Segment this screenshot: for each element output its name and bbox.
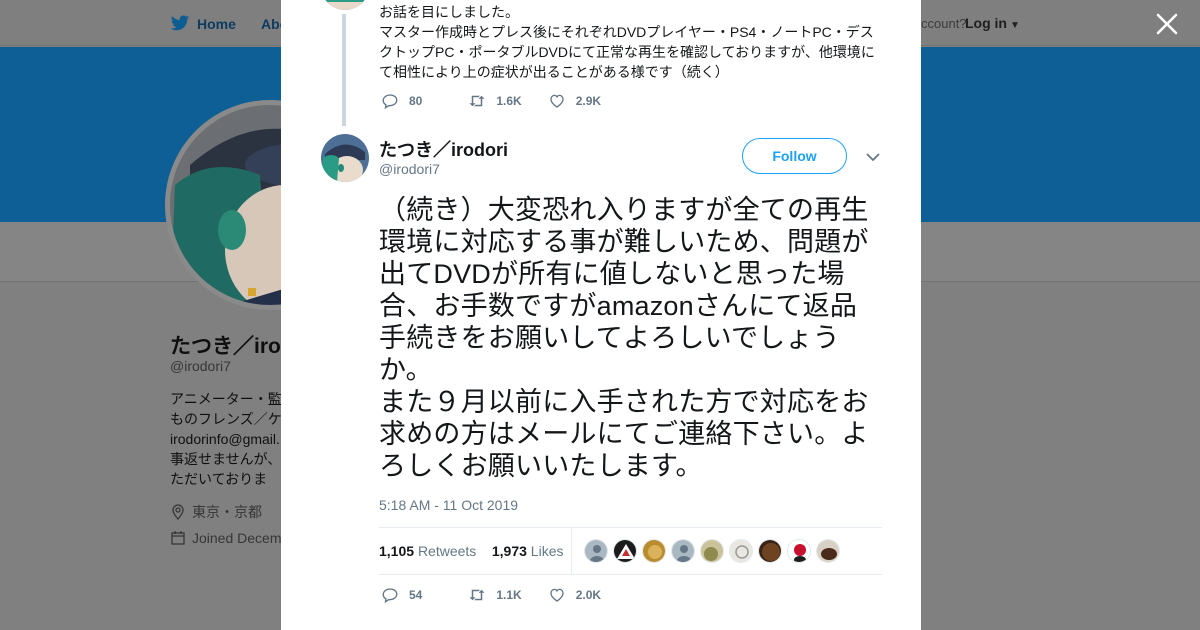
reply-count: 80	[409, 94, 423, 108]
like-count: 2.9K	[575, 94, 602, 108]
retweet-button[interactable]: 1.6K	[468, 92, 522, 110]
reply-button[interactable]: 80	[381, 92, 422, 110]
like-count: 2.0K	[575, 588, 602, 602]
profile-name: たつき／iro	[170, 335, 281, 358]
reply-icon	[382, 94, 398, 110]
profile-joined: Joined Decem	[170, 530, 282, 546]
tweet-actions: 54 1.1K 2.0K	[381, 586, 627, 604]
liker-avatar[interactable]	[671, 539, 695, 563]
retweet-button[interactable]: 1.1K	[468, 586, 522, 604]
tweet-stats: 1,105 Retweets 1,973 Likes	[379, 527, 882, 575]
bio-line: ものフレンズ／ケ	[170, 411, 282, 427]
like-button[interactable]: 2.0K	[548, 586, 601, 604]
caret-down-icon: ▼	[1010, 20, 1020, 31]
avatar-illustration	[321, 134, 369, 182]
follow-button[interactable]: Follow	[742, 138, 847, 174]
liker-avatars	[584, 539, 845, 563]
twitter-bird-icon[interactable]	[170, 13, 190, 33]
liker-avatar[interactable]	[584, 539, 608, 563]
bio-line: ただいておりま	[170, 471, 268, 487]
stats-divider	[571, 528, 572, 574]
likes-stat[interactable]: 1,973 Likes	[492, 543, 564, 559]
location-pin-icon	[172, 504, 184, 520]
reply-count: 54	[409, 588, 423, 602]
previous-tweet-text: お話を目にしました。 マスター作成時とプレス後にそれぞれDVDプレイヤー・PS4…	[379, 4, 875, 80]
engagement-counts: 1,105 Retweets 1,973 Likes	[379, 543, 563, 559]
tweet-text: （続き）大変恐れ入りますが全ての再生環境に対応する事が難しいため、問題が出てDV…	[379, 195, 869, 481]
account-prompt: ccount?	[921, 16, 967, 31]
retweets-stat[interactable]: 1,105 Retweets	[379, 543, 476, 559]
thread-connector	[342, 14, 346, 126]
retweet-count: 1.6K	[496, 94, 522, 108]
tweet-modal: お話を目にしました。 マスター作成時とプレス後にそれぞれDVDプレイヤー・PS4…	[281, 0, 921, 630]
previous-tweet[interactable]: お話を目にしました。 マスター作成時とプレス後にそれぞれDVDプレイヤー・PS4…	[281, 0, 921, 128]
like-button[interactable]: 2.9K	[548, 92, 601, 110]
reply-icon	[382, 588, 398, 604]
liker-avatar[interactable]	[729, 539, 753, 563]
location-text: 東京・京都	[192, 504, 262, 520]
bio-email-link[interactable]: irodorinfo@gmail.	[170, 429, 290, 449]
liker-avatar[interactable]	[758, 539, 782, 563]
joined-text: Joined Decem	[192, 530, 282, 546]
login-link[interactable]: Log in ▼	[965, 15, 1020, 31]
chevron-down-icon[interactable]	[865, 150, 881, 164]
avatar-illustration	[321, 0, 369, 10]
author-avatar[interactable]	[321, 134, 369, 182]
login-label: Log in	[965, 15, 1007, 31]
bio-line: 事返せませんが、	[170, 451, 282, 467]
previous-tweet-avatar[interactable]	[321, 0, 369, 10]
profile-handle: @irodori7	[170, 358, 231, 374]
profile-location: 東京・京都	[170, 502, 262, 522]
liker-avatar[interactable]	[816, 539, 840, 563]
heart-icon	[550, 588, 564, 602]
liker-avatar[interactable]	[787, 539, 811, 563]
calendar-icon	[171, 531, 185, 545]
bio-line: アニメーター・監	[170, 391, 282, 407]
retweet-icon	[469, 589, 485, 601]
close-icon[interactable]	[1154, 11, 1180, 37]
author-name[interactable]: たつき／irodori	[379, 136, 508, 162]
retweet-count: 1.1K	[496, 588, 522, 602]
liker-avatar[interactable]	[613, 539, 637, 563]
tweet-timestamp[interactable]: 5:18 AM - 11 Oct 2019	[379, 497, 518, 513]
reply-button[interactable]: 54	[381, 586, 422, 604]
profile-bio: アニメーター・監 ものフレンズ／ケ irodorinfo@gmail. 事返せま…	[170, 389, 290, 489]
nav-home-link[interactable]: Home	[197, 16, 236, 32]
previous-tweet-actions: 80 1.6K 2.9K	[381, 92, 627, 110]
heart-icon	[550, 94, 564, 108]
liker-avatar[interactable]	[700, 539, 724, 563]
retweet-icon	[469, 95, 485, 107]
author-handle[interactable]: @irodori7	[379, 161, 440, 177]
liker-avatar[interactable]	[642, 539, 666, 563]
